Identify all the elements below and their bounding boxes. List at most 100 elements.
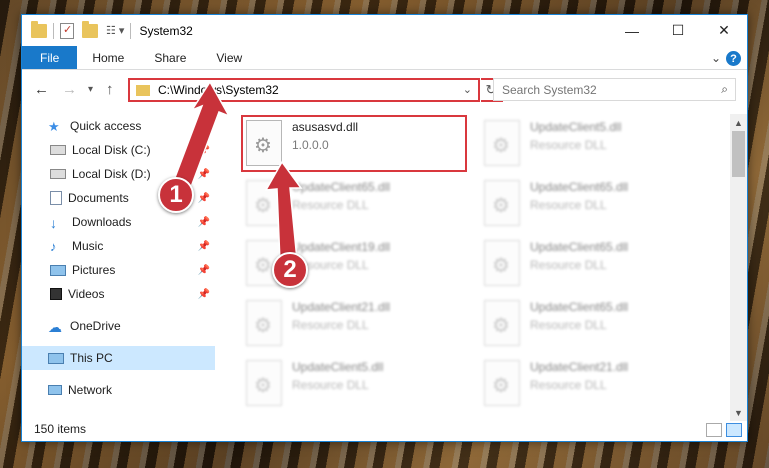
- sidebar-item-label: Quick access: [70, 119, 142, 133]
- download-icon: ↓: [50, 215, 57, 231]
- sidebar-item-quick-access[interactable]: ★ Quick access: [22, 114, 215, 138]
- status-bar: 150 items: [22, 417, 747, 441]
- chevron-down-icon[interactable]: ⌄: [463, 83, 472, 96]
- divider: [53, 22, 54, 39]
- sidebar-item-local-disk-c[interactable]: Local Disk (C:) 📌: [22, 138, 215, 162]
- file-description: Resource DLL: [530, 198, 607, 212]
- folder-icon: [31, 20, 47, 38]
- network-icon: [48, 385, 62, 395]
- new-folder-icon[interactable]: [82, 20, 98, 38]
- file-description: Resource DLL: [530, 138, 607, 152]
- item-count: 150 items: [34, 422, 87, 436]
- tab-home[interactable]: Home: [77, 46, 139, 69]
- scroll-thumb[interactable]: [732, 131, 745, 177]
- cloud-icon: ☁: [48, 319, 62, 335]
- up-button[interactable]: ↑: [106, 81, 114, 98]
- help-icon[interactable]: ?: [726, 51, 741, 66]
- step-badge-2: 2: [272, 252, 308, 288]
- pin-icon: 📌: [197, 288, 210, 300]
- sidebar-item-music[interactable]: ♪ Music 📌: [22, 234, 215, 258]
- search-input[interactable]: [502, 82, 702, 97]
- customize-toolbar-icon[interactable]: ☷ ▾: [106, 24, 124, 37]
- dll-file-icon: [484, 360, 520, 406]
- dll-file-icon: [484, 120, 520, 166]
- tab-share[interactable]: Share: [139, 46, 201, 69]
- search-icon: ⌕: [721, 82, 728, 96]
- minimize-button[interactable]: —: [609, 15, 655, 46]
- expand-ribbon-icon[interactable]: ⌄: [711, 51, 721, 65]
- sidebar-item-onedrive[interactable]: ☁ OneDrive: [22, 314, 215, 338]
- properties-icon[interactable]: [60, 22, 74, 39]
- view-toggle: [706, 423, 742, 437]
- pin-icon: 📌: [197, 192, 210, 204]
- sidebar-item-label: Videos: [68, 287, 105, 301]
- computer-icon: [48, 352, 64, 364]
- window-title: System32: [139, 23, 193, 38]
- vertical-scrollbar[interactable]: ▲ ▼: [730, 114, 747, 421]
- navigation-bar: ← → ▾ ↑ C:\Windows\System32 ⌄ ↻ ⌕: [22, 73, 747, 107]
- file-name: UpdateClient21.dll: [530, 360, 629, 374]
- maximize-button[interactable]: ☐: [655, 15, 701, 46]
- details-view-icon[interactable]: [706, 423, 722, 437]
- file-description: Resource DLL: [292, 198, 369, 212]
- file-item[interactable]: UpdateClient5.dll Resource DLL: [242, 356, 472, 412]
- file-description: Resource DLL: [530, 378, 607, 392]
- tiles-view-icon[interactable]: [726, 423, 742, 437]
- file-item[interactable]: UpdateClient21.dll Resource DLL: [242, 296, 472, 352]
- pin-icon: 📌: [197, 240, 210, 252]
- sidebar-item-videos[interactable]: Videos 📌: [22, 282, 215, 306]
- search-box[interactable]: ⌕: [493, 78, 736, 101]
- file-name: UpdateClient65.dll: [530, 240, 629, 254]
- file-item[interactable]: UpdateClient5.dll Resource DLL: [480, 116, 710, 172]
- tab-view[interactable]: View: [201, 46, 257, 69]
- sidebar-item-label: OneDrive: [70, 319, 121, 333]
- close-button[interactable]: ✕: [701, 15, 747, 46]
- dll-file-icon: [246, 360, 282, 406]
- file-item[interactable]: UpdateClient65.dll Resource DLL: [480, 236, 710, 292]
- sidebar-item-label: Music: [72, 239, 104, 253]
- file-item[interactable]: UpdateClient65.dll Resource DLL: [480, 176, 710, 232]
- pin-icon: 📌: [197, 264, 210, 276]
- dll-file-icon: [484, 300, 520, 346]
- pictures-icon: [50, 264, 66, 276]
- navigation-pane: ★ Quick access Local Disk (C:) 📌 Local D…: [22, 114, 215, 419]
- forward-button[interactable]: →: [62, 81, 77, 98]
- file-name: UpdateClient65.dll: [530, 180, 629, 194]
- divider: [130, 22, 132, 39]
- ribbon-tabs: File Home Share View: [22, 46, 747, 70]
- file-name: UpdateClient65.dll: [292, 180, 391, 194]
- sidebar-item-downloads[interactable]: ↓ Downloads 📌: [22, 210, 215, 234]
- file-name: UpdateClient19.dll: [292, 240, 391, 254]
- file-highlight-box: [241, 115, 467, 172]
- step-badge-1: 1: [158, 177, 194, 213]
- drive-icon: [50, 145, 66, 155]
- sidebar-item-label: Downloads: [72, 215, 132, 229]
- videos-icon: [50, 288, 62, 300]
- sidebar-item-this-pc[interactable]: This PC: [22, 346, 215, 370]
- file-name: UpdateClient5.dll: [530, 120, 622, 134]
- file-description: Resource DLL: [292, 318, 369, 332]
- folder-icon: [136, 84, 150, 96]
- tab-file[interactable]: File: [22, 46, 78, 69]
- dll-file-icon: [484, 180, 520, 226]
- file-description: Resource DLL: [530, 258, 607, 272]
- address-bar[interactable]: C:\Windows\System32 ⌄: [128, 78, 480, 102]
- back-button[interactable]: ←: [34, 81, 49, 98]
- sidebar-item-label: Local Disk (D:): [72, 167, 151, 181]
- sidebar-item-network[interactable]: Network: [22, 378, 215, 402]
- file-item[interactable]: UpdateClient65.dll Resource DLL: [480, 296, 710, 352]
- sidebar-item-pictures[interactable]: Pictures 📌: [22, 258, 215, 282]
- star-icon: ★: [48, 119, 60, 134]
- title-bar: ☷ ▾ System32 — ☐ ✕: [22, 15, 747, 46]
- file-description: Resource DLL: [530, 318, 607, 332]
- dll-file-icon: [484, 240, 520, 286]
- recent-locations-button[interactable]: ▾: [88, 84, 93, 95]
- file-item[interactable]: UpdateClient65.dll Resource DLL: [242, 176, 472, 232]
- file-item[interactable]: UpdateClient21.dll Resource DLL: [480, 356, 710, 412]
- file-explorer-window: ☷ ▾ System32 — ☐ ✕ File Home Share View …: [21, 14, 748, 442]
- sidebar-item-label: Local Disk (C:): [72, 143, 151, 157]
- file-name: UpdateClient65.dll: [530, 300, 629, 314]
- file-name: UpdateClient21.dll: [292, 300, 391, 314]
- scroll-up-button[interactable]: ▲: [730, 114, 747, 131]
- sidebar-item-label: This PC: [70, 351, 113, 365]
